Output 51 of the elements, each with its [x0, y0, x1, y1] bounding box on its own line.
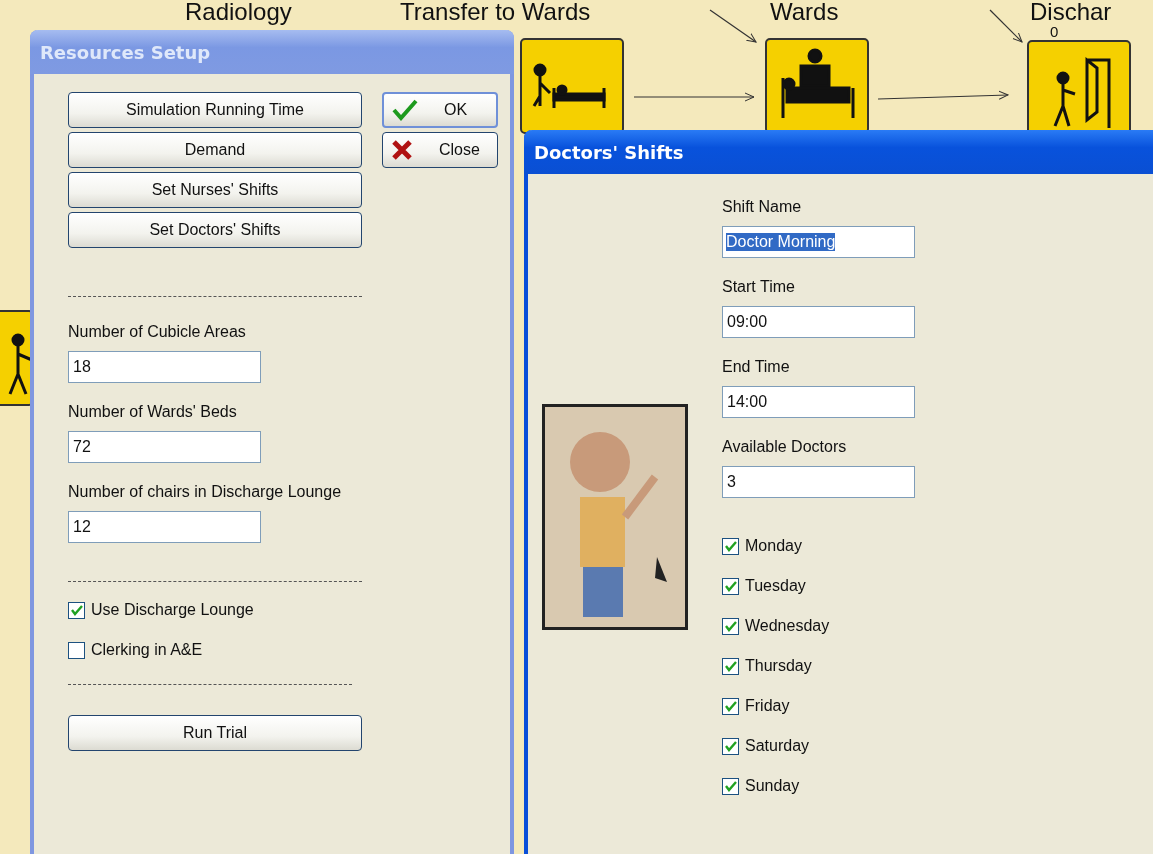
setup-button[interactable]: Simulation Running Time [68, 92, 362, 128]
checkbox[interactable] [722, 617, 739, 635]
text-field[interactable]: Doctor Morning [722, 226, 915, 258]
field-label: Available Doctors [722, 438, 848, 456]
checkbox-label: Use Discharge Lounge [91, 601, 254, 619]
checkbox-label: Clerking in A&E [91, 641, 203, 659]
node-title: Radiology [185, 0, 292, 24]
close-button[interactable]: Close [382, 132, 498, 168]
checkbox-label: Friday [745, 697, 790, 715]
setup-button[interactable]: Demand [68, 132, 362, 168]
text-field[interactable]: 14:00 [722, 386, 915, 418]
checkbox[interactable] [68, 641, 85, 659]
node-title: Dischar [1030, 0, 1112, 24]
field-label: End Time [722, 358, 791, 376]
run-trial-button[interactable]: Run Trial [68, 715, 362, 751]
number-field[interactable]: 72 [68, 431, 261, 463]
number-field[interactable]: 18 [68, 351, 261, 383]
checkbox[interactable] [722, 737, 739, 755]
checkbox[interactable] [722, 537, 739, 555]
checkmark-icon [392, 99, 418, 121]
field-label: Start Time [722, 278, 796, 296]
setup-button[interactable]: Set Doctors' Shifts [68, 212, 362, 248]
flow-arrow [988, 8, 1024, 44]
node-title: Wards [770, 0, 839, 24]
text-field[interactable]: 09:00 [722, 306, 915, 338]
field-label: Shift Name [722, 198, 803, 216]
close-icon [391, 139, 413, 161]
checkbox-label: Sunday [745, 777, 800, 795]
window-title: Resources Setup [40, 41, 211, 63]
checkbox-label: Tuesday [745, 577, 806, 595]
number-field[interactable]: 12 [68, 511, 261, 543]
checkbox[interactable] [722, 657, 739, 675]
checkbox[interactable] [68, 601, 85, 619]
window-title: Doctors' Shifts [534, 141, 684, 163]
text-field[interactable]: 3 [722, 466, 915, 498]
checkbox-label: Wednesday [745, 617, 830, 635]
node-title: Transfer to Wards [400, 0, 591, 24]
field-label: Number of Cubicle Areas [68, 323, 247, 341]
checkbox[interactable] [722, 697, 739, 715]
checkbox[interactable] [722, 777, 739, 795]
field-label: Number of chairs in Discharge Lounge [68, 483, 343, 501]
setup-button[interactable]: Set Nurses' Shifts [68, 172, 362, 208]
field-label: Number of Wards' Beds [68, 403, 238, 421]
flow-arrow [708, 8, 758, 44]
checkbox-label: Thursday [745, 657, 812, 675]
ok-button[interactable]: OK [382, 92, 498, 128]
count-label: 0 [1050, 24, 1059, 39]
checkbox-label: Monday [745, 537, 802, 555]
checkbox[interactable] [722, 577, 739, 595]
bed-node-icon [520, 38, 624, 134]
checkbox-label: Saturday [745, 737, 810, 755]
